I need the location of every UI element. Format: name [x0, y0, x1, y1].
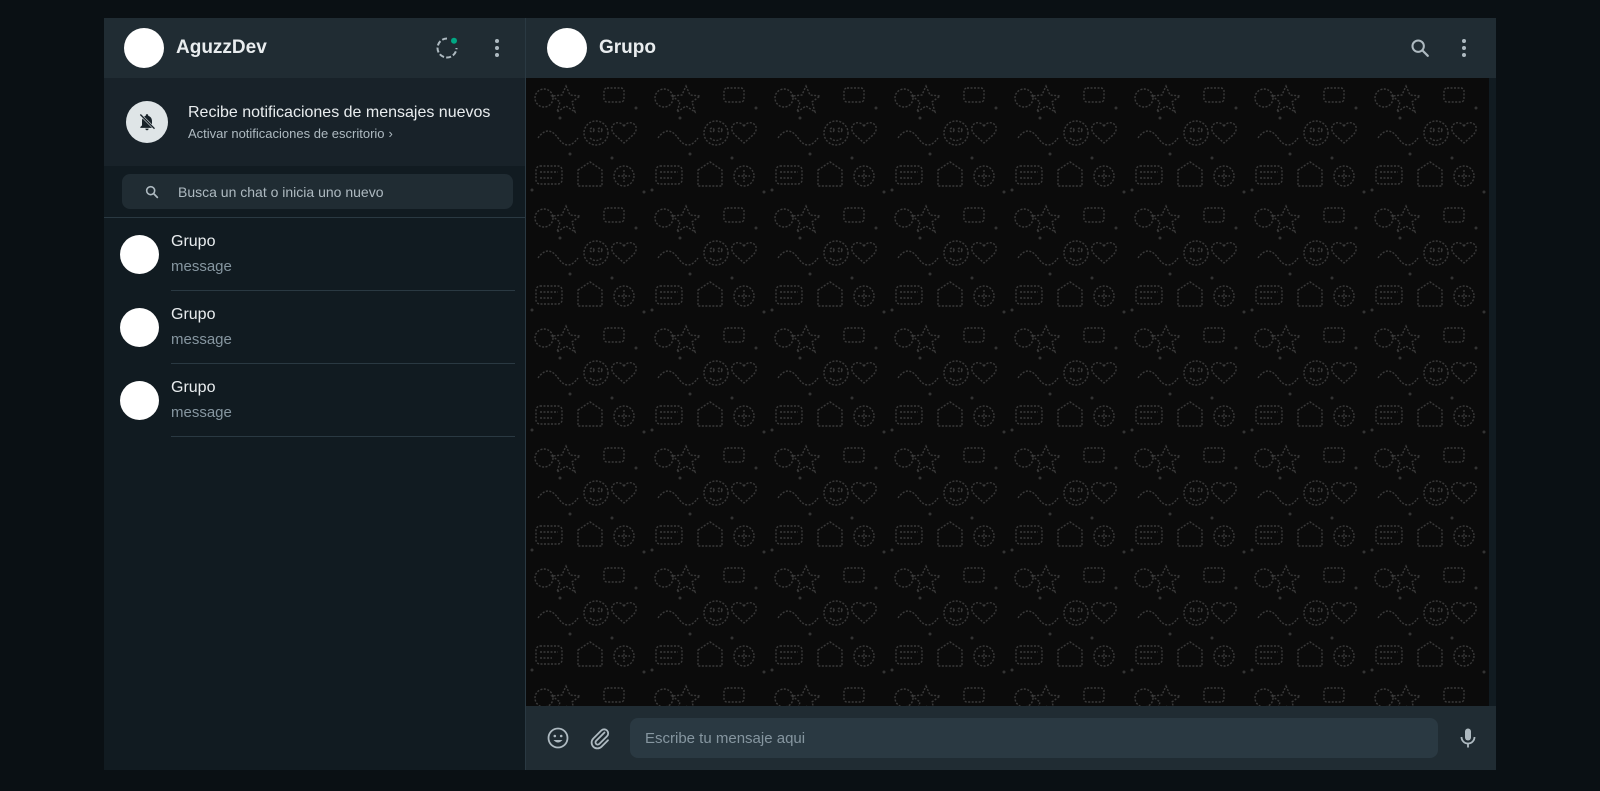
sidebar: AguzzDev Recibe notificaciones de mensaj… — [104, 18, 526, 770]
emoji-icon[interactable] — [546, 726, 570, 750]
attach-icon[interactable] — [588, 726, 612, 750]
message-area — [526, 78, 1489, 706]
conversation-header-icons — [1408, 36, 1476, 60]
chat-body: Grupo message — [171, 291, 515, 364]
chat-list-item[interactable]: Grupo message — [104, 364, 525, 437]
message-composer — [526, 706, 1496, 770]
conversation-header: Grupo — [526, 18, 1496, 78]
chat-avatar — [120, 235, 159, 274]
conversation-avatar[interactable] — [547, 28, 587, 68]
chat-last-message: message — [171, 258, 232, 275]
chat-last-message: message — [171, 404, 232, 421]
message-input[interactable] — [645, 729, 1423, 747]
notification-title: Recibe notificaciones de mensajes nuevos — [188, 103, 491, 121]
status-icon[interactable] — [435, 36, 459, 60]
chat-last-message: message — [171, 331, 232, 348]
chevron-right-icon: › — [388, 125, 393, 141]
chat-avatar — [120, 308, 159, 347]
chat-body: Grupo message — [171, 218, 515, 291]
menu-icon[interactable] — [485, 36, 509, 60]
search-box[interactable] — [122, 174, 513, 209]
chat-name: Grupo — [171, 233, 216, 250]
search-input[interactable] — [178, 183, 478, 200]
notification-banner: Recibe notificaciones de mensajes nuevos… — [104, 78, 525, 166]
app-window: AguzzDev Recibe notificaciones de mensaj… — [104, 18, 1496, 770]
menu-icon[interactable] — [1452, 36, 1476, 60]
notification-link-label: Activar notificaciones de escritorio — [188, 125, 385, 141]
user-avatar[interactable] — [124, 28, 164, 68]
sidebar-header: AguzzDev — [104, 18, 525, 78]
search-icon[interactable] — [1408, 36, 1432, 60]
enable-notifications-link[interactable]: Activar notificaciones de escritorio › — [188, 126, 490, 141]
chat-list: Grupo message Grupo message Grupo messag… — [104, 218, 525, 770]
bell-off-icon — [126, 101, 168, 143]
search-icon — [145, 185, 159, 198]
conversation-panel: Grupo — [526, 18, 1496, 770]
message-input-box[interactable] — [630, 718, 1438, 758]
chat-name: Grupo — [171, 379, 216, 396]
notification-text: Recibe notificaciones de mensajes nuevos… — [188, 104, 490, 141]
chat-list-item[interactable]: Grupo message — [104, 291, 525, 364]
sidebar-header-icons — [435, 36, 509, 60]
user-name: AguzzDev — [176, 37, 267, 58]
chat-body: Grupo message — [171, 364, 515, 437]
chat-avatar — [120, 381, 159, 420]
chat-name: Grupo — [171, 306, 216, 323]
conversation-title[interactable]: Grupo — [599, 37, 1408, 59]
chat-wallpaper — [526, 78, 1489, 706]
mic-icon[interactable] — [1456, 726, 1480, 750]
chat-list-item[interactable]: Grupo message — [104, 218, 525, 291]
search-bar — [104, 166, 525, 218]
